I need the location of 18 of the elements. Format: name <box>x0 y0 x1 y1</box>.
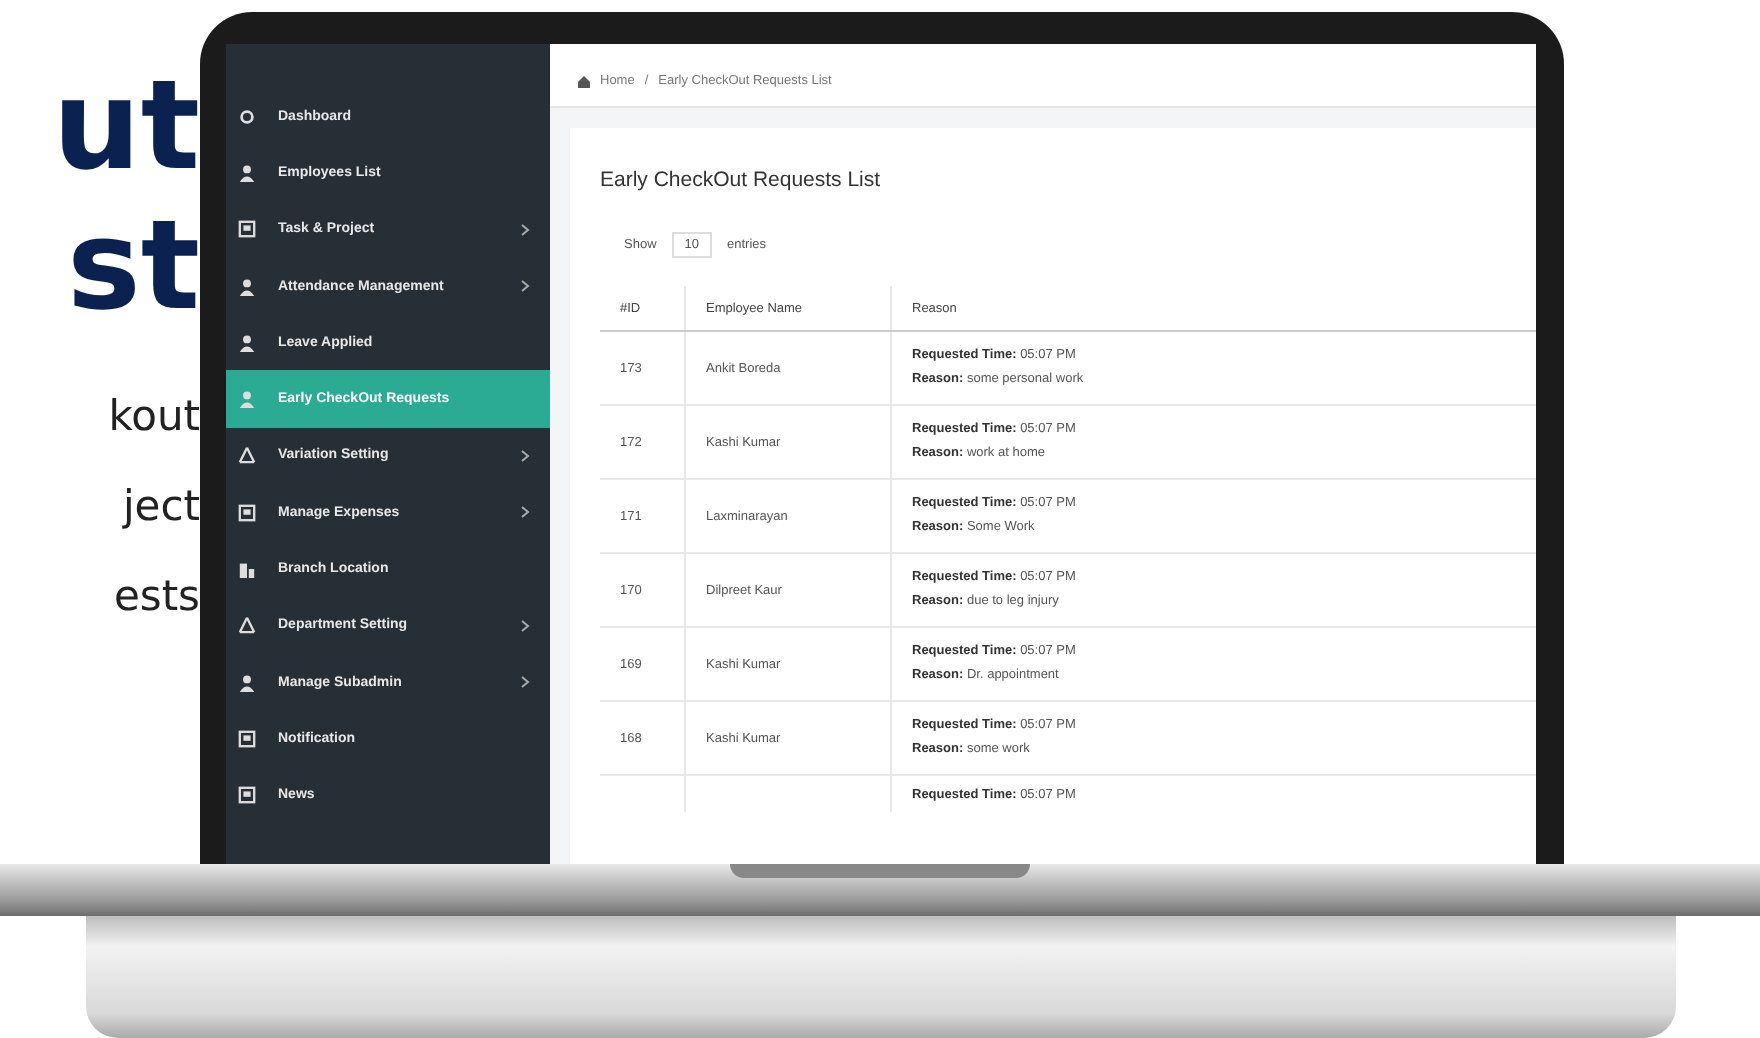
person-icon <box>238 277 256 296</box>
promo-body-text: ject <box>122 480 200 534</box>
square-icon <box>238 729 256 748</box>
square-icon <box>238 786 256 805</box>
person-icon <box>238 390 256 409</box>
page-title: Early CheckOut Requests List <box>600 168 883 192</box>
home-icon <box>578 75 590 87</box>
person-icon <box>238 333 256 352</box>
building-icon <box>238 560 256 579</box>
person-icon <box>238 163 256 182</box>
promo-body-text: ests <box>113 570 200 624</box>
promo-body-text: kout <box>108 390 200 444</box>
gear-icon <box>238 107 256 126</box>
promo-heading-text: ut <box>52 56 200 196</box>
promo-heading-text: st <box>66 196 200 336</box>
square-icon <box>238 503 256 522</box>
square-icon <box>238 220 256 239</box>
person-icon <box>238 673 256 692</box>
